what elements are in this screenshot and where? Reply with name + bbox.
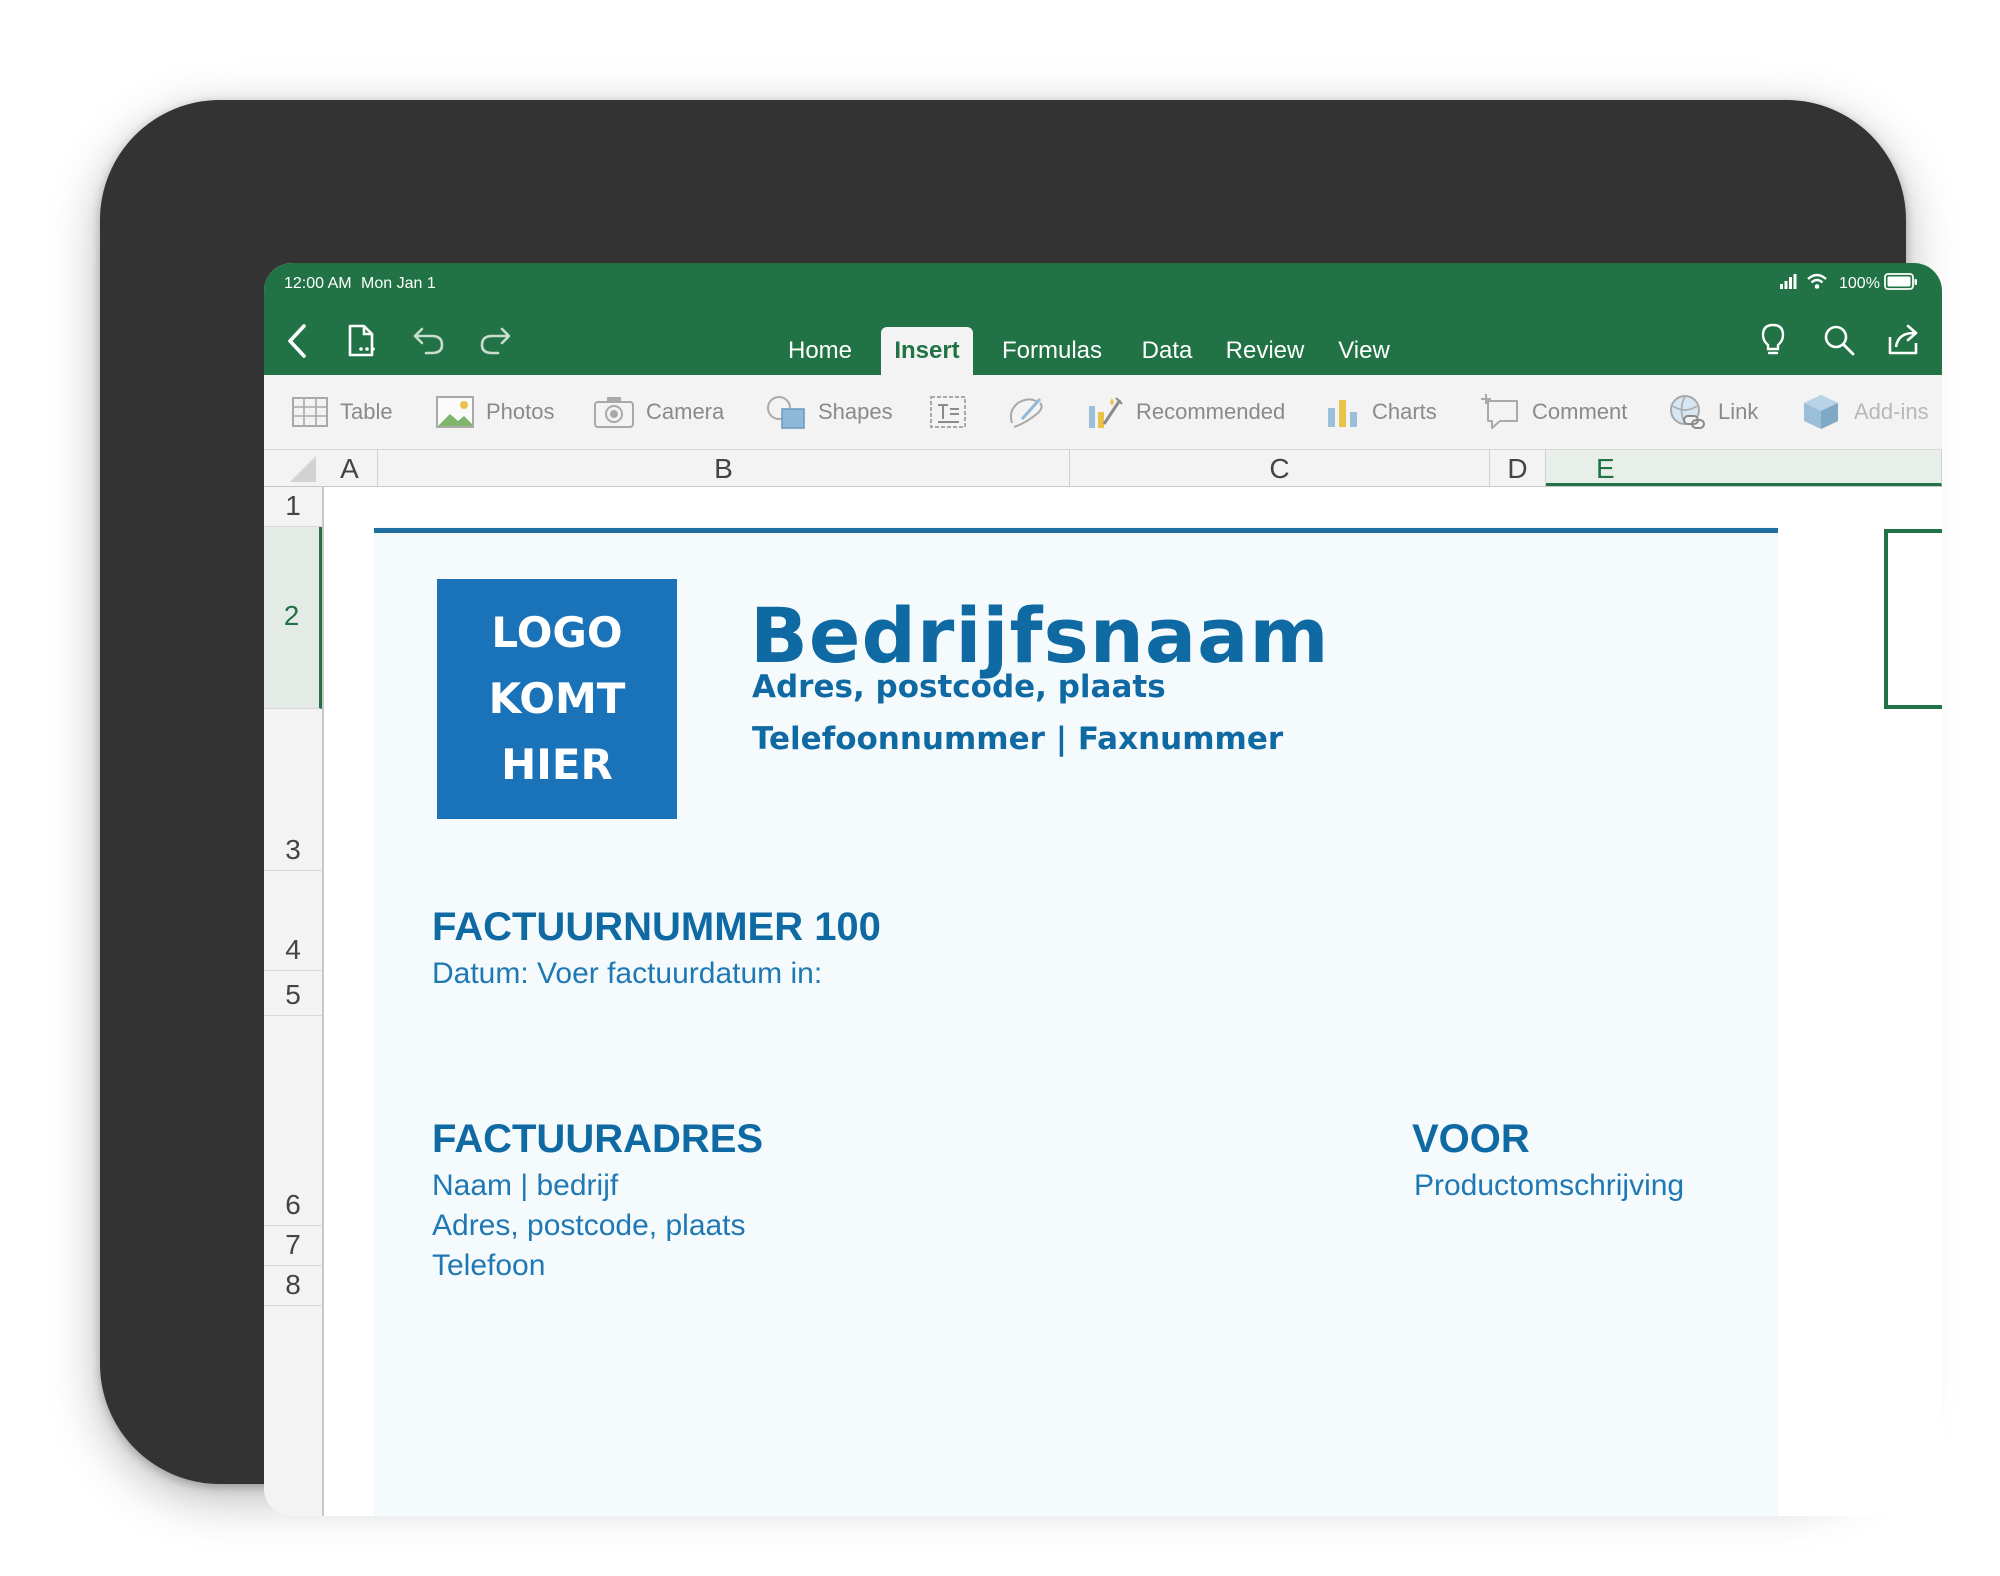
comment-label: Comment — [1532, 399, 1628, 424]
company-address-cell[interactable]: Adres, postcode, plaats — [752, 669, 1166, 705]
insert-link-button[interactable]: Link — [1668, 375, 1758, 449]
table-icon — [292, 397, 328, 427]
tab-home[interactable]: Home — [774, 327, 866, 375]
column-header-e[interactable]: E — [1546, 450, 1942, 486]
worksheet-grid[interactable]: LOGO KOMT HIER Bedrijfsnaam Adres, postc… — [324, 487, 1942, 1516]
column-header-a[interactable]: A — [322, 450, 378, 486]
excel-app-screen: 12:00 AM Mon Jan 1 100% Home Insert Form… — [264, 263, 1942, 1516]
recommended-charts-button[interactable]: Recommended — [1086, 375, 1285, 449]
invoice-top-rule — [374, 528, 1778, 533]
row-header-7[interactable]: 7 — [264, 1226, 322, 1266]
app-header: 12:00 AM Mon Jan 1 100% Home Insert Form… — [264, 263, 1942, 375]
battery-icon — [1884, 273, 1918, 296]
undo-icon[interactable] — [412, 325, 446, 362]
product-description-cell[interactable]: Productomschrijving — [1414, 1169, 1684, 1203]
row-header-1[interactable]: 1 — [264, 487, 322, 527]
photos-icon — [436, 396, 474, 428]
add-ins-button[interactable]: Add-ins — [1800, 375, 1929, 449]
tab-formulas[interactable]: Formulas — [989, 327, 1115, 375]
company-name-cell[interactable]: Bedrijfsnaam — [750, 591, 1330, 680]
insert-textbox-button[interactable] — [928, 375, 968, 449]
comment-icon — [1481, 394, 1518, 429]
wifi-icon — [1806, 272, 1828, 295]
column-header-b[interactable]: B — [378, 450, 1070, 486]
insert-comment-button[interactable]: Comment — [1480, 375, 1627, 449]
text-box-icon — [930, 396, 966, 428]
invoice-number-cell[interactable]: FACTUURNUMMER 100 — [432, 905, 881, 950]
back-chevron-icon[interactable] — [282, 321, 312, 366]
logo-line-1: LOGO — [491, 608, 623, 657]
charts-label: Charts — [1372, 399, 1437, 424]
active-cell-selection[interactable] — [1884, 529, 1942, 709]
billing-name-cell[interactable]: Naam | bedrijf — [432, 1169, 618, 1203]
link-label: Link — [1718, 399, 1759, 424]
photos-label: Photos — [486, 399, 555, 424]
battery-percent: 100% — [1839, 275, 1880, 292]
recommended-label: Recommended — [1136, 399, 1286, 424]
redo-icon[interactable] — [478, 325, 512, 362]
row-header-2[interactable]: 2 — [264, 527, 322, 709]
lightbulb-icon[interactable] — [1758, 321, 1788, 364]
camera-label: Camera — [646, 399, 725, 424]
for-heading[interactable]: VOOR — [1412, 1117, 1530, 1162]
tab-review[interactable]: Review — [1217, 327, 1313, 375]
row-header-8[interactable]: 8 — [264, 1266, 322, 1306]
tab-view[interactable]: View — [1327, 327, 1401, 375]
row-headers: 1 2 3 4 5 6 7 8 — [264, 487, 324, 1516]
row-header-5[interactable]: 5 — [264, 971, 322, 1016]
add-ins-label: Add-ins — [1854, 399, 1929, 424]
drawing-icon — [1009, 397, 1043, 428]
logo-line-2: KOMT — [488, 674, 626, 723]
row-header-6[interactable]: 6 — [264, 1016, 322, 1226]
shapes-label: Shapes — [818, 399, 893, 424]
table-label: Table — [340, 399, 393, 424]
camera-icon — [594, 397, 634, 428]
insert-photos-button[interactable]: Photos — [436, 375, 555, 449]
charts-button[interactable]: Charts — [1326, 375, 1437, 449]
column-header-d[interactable]: D — [1490, 450, 1546, 486]
tablet-frame: 12:00 AM Mon Jan 1 100% Home Insert Form… — [100, 100, 1942, 1516]
file-icon[interactable] — [346, 323, 378, 364]
billing-address-heading[interactable]: FACTUURADRES — [432, 1117, 763, 1162]
billing-address-cell[interactable]: Adres, postcode, plaats — [432, 1209, 746, 1243]
invoice-date-cell[interactable]: Datum: Voer factuurdatum in: — [432, 957, 822, 991]
insert-drawing-button[interactable] — [1006, 375, 1046, 449]
billing-phone-cell[interactable]: Telefoon — [432, 1249, 545, 1283]
insert-camera-button[interactable]: Camera — [594, 375, 724, 449]
add-ins-icon — [1804, 395, 1838, 429]
logo-placeholder[interactable]: LOGO KOMT HIER — [437, 579, 677, 819]
row-header-3[interactable]: 3 — [264, 709, 322, 871]
status-time: 12:00 AM — [284, 275, 352, 292]
insert-table-button[interactable]: Table — [292, 375, 393, 449]
search-icon[interactable] — [1822, 323, 1856, 362]
status-date: Mon Jan 1 — [361, 275, 436, 292]
select-all-corner[interactable] — [264, 450, 322, 486]
link-icon — [1670, 395, 1705, 429]
logo-line-3: HIER — [501, 740, 613, 789]
company-phone-fax-cell[interactable]: Telefoonnummer | Faxnummer — [752, 721, 1283, 757]
row-header-4[interactable]: 4 — [264, 871, 322, 971]
insert-shapes-button[interactable]: Shapes — [766, 375, 893, 449]
charts-icon — [1328, 400, 1357, 427]
signal-icon — [1779, 273, 1797, 294]
tab-insert[interactable]: Insert — [881, 327, 973, 375]
tab-data[interactable]: Data — [1131, 327, 1203, 375]
recommended-charts-icon — [1089, 397, 1123, 428]
share-icon[interactable] — [1886, 321, 1922, 362]
shapes-icon — [767, 396, 805, 429]
column-headers: A B C D E — [264, 450, 1942, 487]
insert-ribbon: Table Photos Camera Shapes Recommended C… — [264, 375, 1942, 450]
column-header-c[interactable]: C — [1070, 450, 1490, 486]
